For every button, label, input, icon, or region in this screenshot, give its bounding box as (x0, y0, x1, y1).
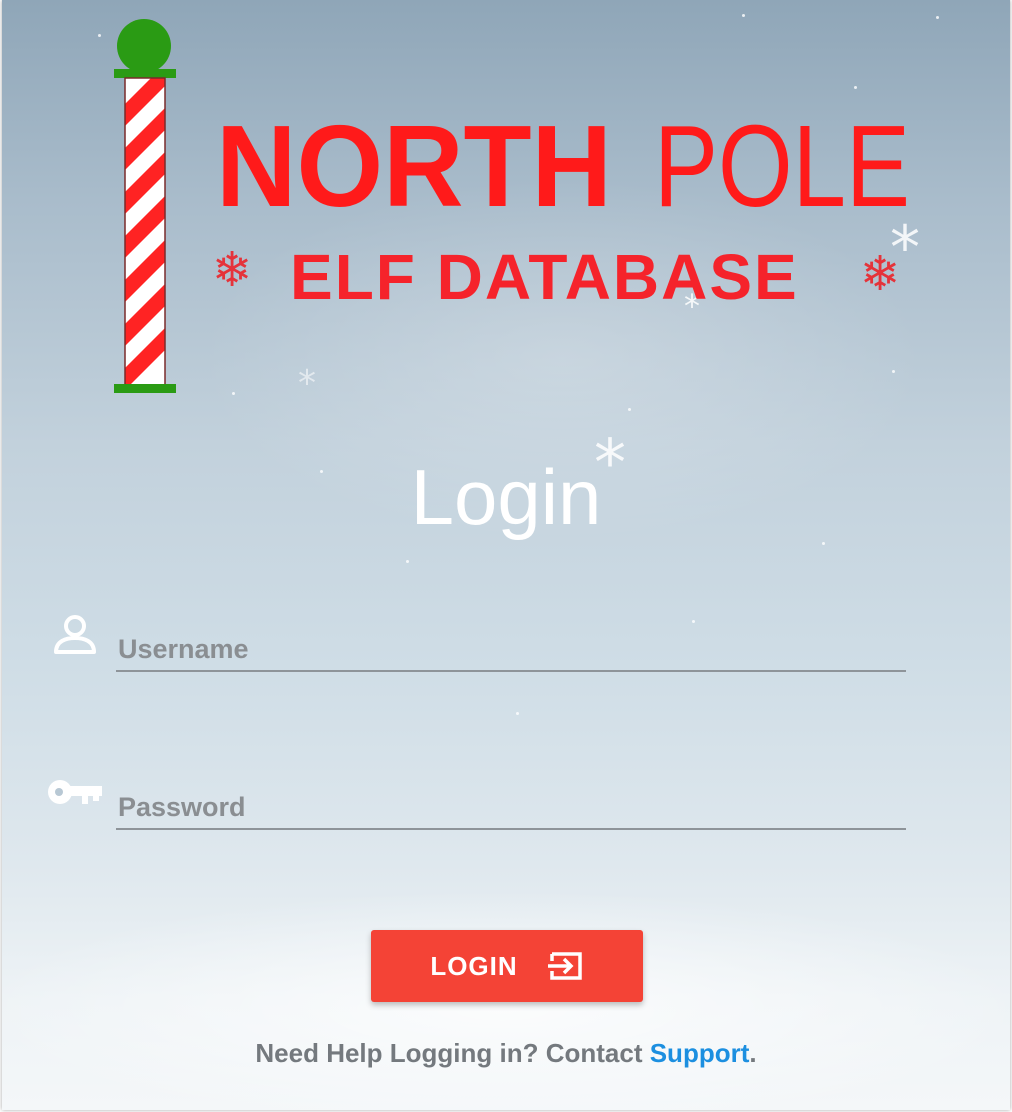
person-icon (54, 615, 96, 654)
support-link[interactable]: Support (650, 1038, 750, 1068)
snow-speck (692, 620, 695, 623)
snow-speck (516, 712, 519, 715)
snowflake-icon: * (298, 363, 316, 404)
logo-north-word: NORTH (216, 102, 612, 214)
login-button-label: LOGIN (430, 950, 518, 981)
page-title: Login (410, 453, 602, 541)
login-button[interactable]: LOGIN (371, 930, 643, 1002)
snow-speck (892, 370, 895, 373)
snow-speck (406, 560, 409, 563)
help-text: Need Help Logging in? Contact Support. (2, 1038, 1010, 1069)
snowflake-icon: ❄ (212, 242, 253, 298)
snow-speck (742, 14, 745, 17)
logo-north-text: NORTH (216, 102, 612, 214)
logo-subtitle: ELF DATABASE (290, 241, 799, 313)
snow-speck (232, 392, 235, 395)
username-input[interactable] (116, 628, 906, 672)
logo-pole-text: POLE (654, 102, 910, 214)
password-input[interactable] (116, 786, 906, 830)
help-suffix: . (749, 1038, 757, 1068)
login-card: * * * * NORTH POLE ❄ ELF DATABASE ❄ Logi… (2, 0, 1010, 1110)
snow-speck (936, 16, 939, 19)
help-prefix: Need Help Logging in? Contact (255, 1038, 650, 1068)
snow-speck (854, 86, 857, 89)
logo-pole-word: POLE (654, 102, 910, 214)
north-pole-icon (114, 19, 176, 393)
key-icon (48, 780, 102, 804)
login-icon (547, 952, 582, 980)
snowflake-icon: ❄ (860, 246, 901, 302)
snow-speck (628, 408, 631, 411)
